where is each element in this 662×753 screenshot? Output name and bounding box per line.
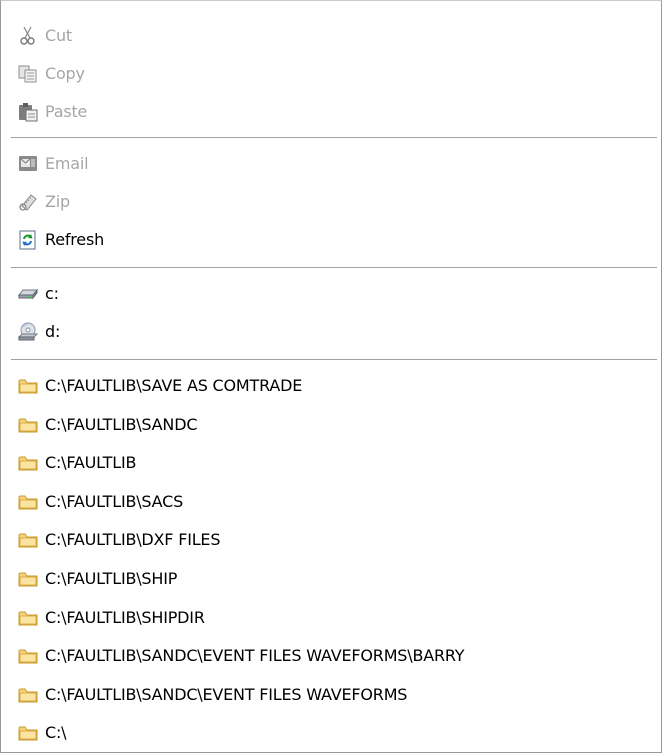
menu-item-label: Paste [45,102,88,121]
folder-icon [18,492,38,512]
menu-separator [11,267,657,268]
menu-item-label: C:\FAULTLIB\SACS [45,492,184,511]
menu-item-folder[interactable]: C:\FAULTLIB\SANDC\EVENT FILES WAVEFORMS\… [1,637,661,675]
folder-icon [18,415,38,435]
folder-icon [18,376,38,396]
menu-separator [11,359,657,360]
menu-item-label: C:\FAULTLIB\SAVE AS COMTRADE [45,376,303,395]
menu-item-email[interactable]: Email [1,145,661,183]
menu-item-label: C:\FAULTLIB\SHIPDIR [45,608,205,627]
menu-item-label: C:\FAULTLIB\SANDC\EVENT FILES WAVEFORMS [45,685,408,704]
folder-icon [18,453,38,473]
paste-icon [18,102,38,122]
menu-item-label: C:\FAULTLIB [45,453,137,472]
menu-item-label: C:\ [45,723,67,742]
hard-drive-icon [18,284,38,304]
menu-item-label: Zip [45,192,70,211]
menu-item-label: C:\FAULTLIB\SANDC [45,415,198,434]
menu-item-folder[interactable]: C:\FAULTLIB\SHIPDIR [1,599,661,637]
context-menu: Cut Copy Paste Email Zip Refresh c: d: C… [0,0,662,753]
menu-item-label: C:\FAULTLIB\SHIP [45,569,178,588]
menu-item-label: c: [45,284,59,303]
menu-item-copy[interactable]: Copy [1,55,661,93]
folder-icon [18,530,38,550]
menu-item-label: Cut [45,26,72,45]
menu-item-folder[interactable]: C:\FAULTLIB\SAVE AS COMTRADE [1,367,661,405]
menu-item-drive-d[interactable]: d: [1,313,661,351]
copy-icon [18,64,38,84]
menu-item-folder[interactable]: C:\ [1,714,661,752]
menu-item-label: C:\FAULTLIB\SANDC\EVENT FILES WAVEFORMS\… [45,646,465,665]
folder-icon [18,608,38,628]
refresh-icon [18,230,38,250]
zip-icon [18,192,38,212]
cd-drive-icon [18,322,38,342]
scissors-icon [18,26,38,46]
menu-item-label: Email [45,154,89,173]
menu-item-folder[interactable]: C:\FAULTLIB\SANDC\EVENT FILES WAVEFORMS [1,676,661,714]
menu-item-label: Copy [45,64,85,83]
menu-item-label: C:\FAULTLIB\DXF FILES [45,530,221,549]
menu-item-paste[interactable]: Paste [1,93,661,131]
folder-icon [18,646,38,666]
menu-item-folder[interactable]: C:\FAULTLIB [1,444,661,482]
menu-item-refresh[interactable]: Refresh [1,221,661,259]
email-icon [18,154,38,174]
menu-item-drive-c[interactable]: c: [1,275,661,313]
menu-separator [11,137,657,138]
menu-item-label: Refresh [45,230,105,249]
menu-item-label: d: [45,322,61,341]
menu-item-folder[interactable]: C:\FAULTLIB\SANDC [1,406,661,444]
folder-icon [18,723,38,743]
folder-icon [18,569,38,589]
menu-item-folder[interactable]: C:\FAULTLIB\SACS [1,483,661,521]
menu-item-zip[interactable]: Zip [1,183,661,221]
menu-item-folder[interactable]: C:\FAULTLIB\DXF FILES [1,521,661,559]
folder-icon [18,685,38,705]
menu-item-cut[interactable]: Cut [1,17,661,55]
menu-item-folder[interactable]: C:\FAULTLIB\SHIP [1,560,661,598]
